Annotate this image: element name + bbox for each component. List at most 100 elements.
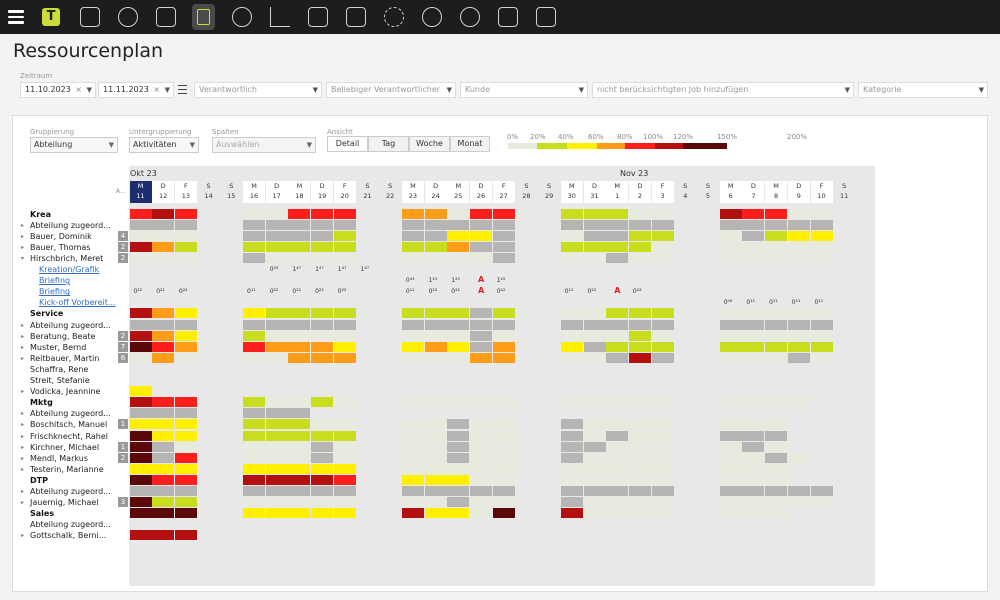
load-cell[interactable] xyxy=(447,241,470,252)
load-cell[interactable] xyxy=(265,352,288,363)
load-cell[interactable] xyxy=(311,452,334,463)
load-cell[interactable] xyxy=(129,219,152,230)
load-cell[interactable] xyxy=(470,497,492,508)
load-cell[interactable] xyxy=(311,252,334,263)
load-cell[interactable] xyxy=(333,308,356,319)
load-cell[interactable] xyxy=(447,330,470,341)
load-cell[interactable] xyxy=(243,352,265,363)
load-cell[interactable] xyxy=(243,219,265,230)
load-cell[interactable] xyxy=(651,508,674,519)
load-cell[interactable] xyxy=(470,341,492,352)
day-header[interactable]: F 10 xyxy=(810,181,833,203)
load-cell[interactable] xyxy=(787,241,810,252)
view-detail-button[interactable]: Detail xyxy=(327,136,368,152)
view-woche-button[interactable]: Woche xyxy=(409,136,450,152)
load-cell[interactable] xyxy=(583,252,606,263)
load-cell[interactable] xyxy=(174,341,197,352)
load-cell[interactable] xyxy=(424,397,447,408)
load-cell[interactable] xyxy=(470,463,492,474)
load-cell[interactable] xyxy=(401,419,424,430)
day-header[interactable]: M8 xyxy=(765,181,788,203)
load-cell[interactable] xyxy=(447,341,470,352)
load-cell[interactable] xyxy=(288,474,311,485)
verantwortlich-select[interactable]: Verantwortlich ▼ xyxy=(194,82,322,98)
job-select[interactable]: nicht berücksichtigten Job hinzufügen ▼ xyxy=(592,82,854,98)
load-cell[interactable] xyxy=(333,486,356,496)
load-cell[interactable] xyxy=(174,319,197,330)
day-header[interactable]: D9 xyxy=(787,181,810,203)
load-cell[interactable] xyxy=(742,230,765,241)
plan-icon[interactable] xyxy=(192,4,215,30)
load-cell[interactable] xyxy=(492,441,515,452)
load-cell[interactable] xyxy=(311,241,334,252)
load-cell[interactable] xyxy=(311,463,334,474)
load-cell[interactable] xyxy=(810,341,833,352)
load-cell[interactable] xyxy=(560,508,583,519)
load-cell[interactable] xyxy=(810,230,833,241)
load-cell[interactable] xyxy=(492,252,515,263)
load-cell[interactable] xyxy=(606,508,629,519)
load-cell[interactable] xyxy=(560,352,583,363)
load-cell[interactable] xyxy=(628,319,651,330)
load-cell[interactable] xyxy=(765,319,788,330)
load-cell[interactable] xyxy=(288,230,311,241)
load-cell[interactable] xyxy=(152,497,175,508)
load-cell[interactable] xyxy=(560,397,583,408)
activity-link[interactable]: Briefing xyxy=(39,287,70,296)
load-cell[interactable] xyxy=(719,441,742,452)
untergruppierung-select[interactable]: Aktivitäten ▼ xyxy=(129,137,199,153)
load-cell[interactable] xyxy=(719,230,742,241)
load-cell[interactable] xyxy=(765,330,788,341)
load-cell[interactable] xyxy=(152,474,175,485)
load-cell[interactable] xyxy=(311,397,334,408)
day-header[interactable]: F 27 xyxy=(492,181,515,203)
load-cell[interactable] xyxy=(243,408,265,419)
load-cell[interactable] xyxy=(492,463,515,474)
person-label[interactable]: Testerin, Marianne xyxy=(30,465,104,474)
load-cell[interactable] xyxy=(787,308,810,319)
load-cell[interactable] xyxy=(288,308,311,319)
load-cell[interactable] xyxy=(243,230,265,241)
load-cell[interactable] xyxy=(129,308,152,319)
load-cell[interactable] xyxy=(288,341,311,352)
load-cell[interactable] xyxy=(152,230,175,241)
load-cell[interactable] xyxy=(651,230,674,241)
load-cell[interactable] xyxy=(152,330,175,341)
list-icon[interactable] xyxy=(178,85,187,94)
load-cell[interactable] xyxy=(174,352,197,363)
day-header[interactable]: S 11 xyxy=(833,181,856,203)
load-cell[interactable] xyxy=(765,397,788,408)
load-cell[interactable] xyxy=(265,397,288,408)
load-cell[interactable] xyxy=(174,241,197,252)
load-cell[interactable] xyxy=(606,463,629,474)
load-cell[interactable] xyxy=(628,252,651,263)
expand-icon[interactable]: ▸ xyxy=(21,322,24,329)
load-cell[interactable] xyxy=(401,208,424,219)
load-cell[interactable] xyxy=(492,330,515,341)
load-cell[interactable] xyxy=(129,397,152,408)
load-cell[interactable] xyxy=(651,319,674,330)
load-cell[interactable] xyxy=(311,308,334,319)
load-cell[interactable] xyxy=(719,463,742,474)
load-cell[interactable] xyxy=(447,419,470,430)
load-cell[interactable] xyxy=(265,308,288,319)
expand-icon[interactable]: ▾ xyxy=(21,255,24,262)
day-header[interactable]: M 30 xyxy=(560,181,583,203)
expand-icon[interactable]: ▸ xyxy=(21,532,24,539)
activity-link[interactable]: Kreation/Grafik xyxy=(39,265,99,274)
sync-icon[interactable] xyxy=(422,7,442,27)
load-cell[interactable] xyxy=(333,497,356,508)
load-cell[interactable] xyxy=(583,463,606,474)
beliebiger-select[interactable]: Beliebiger Verantwortlicher ▼ xyxy=(326,82,456,98)
expand-icon[interactable]: ▸ xyxy=(21,488,24,495)
load-cell[interactable] xyxy=(560,252,583,263)
day-header[interactable]: F 13 xyxy=(174,181,197,203)
load-cell[interactable] xyxy=(470,252,492,263)
person-label[interactable]: Kirchner, Michael xyxy=(30,443,99,452)
load-cell[interactable] xyxy=(288,430,311,441)
day-header[interactable]: D 17 xyxy=(265,181,288,203)
load-cell[interactable] xyxy=(288,441,311,452)
expand-icon[interactable]: ▸ xyxy=(21,410,24,417)
load-cell[interactable] xyxy=(765,230,788,241)
day-header[interactable]: S5 xyxy=(697,181,719,203)
